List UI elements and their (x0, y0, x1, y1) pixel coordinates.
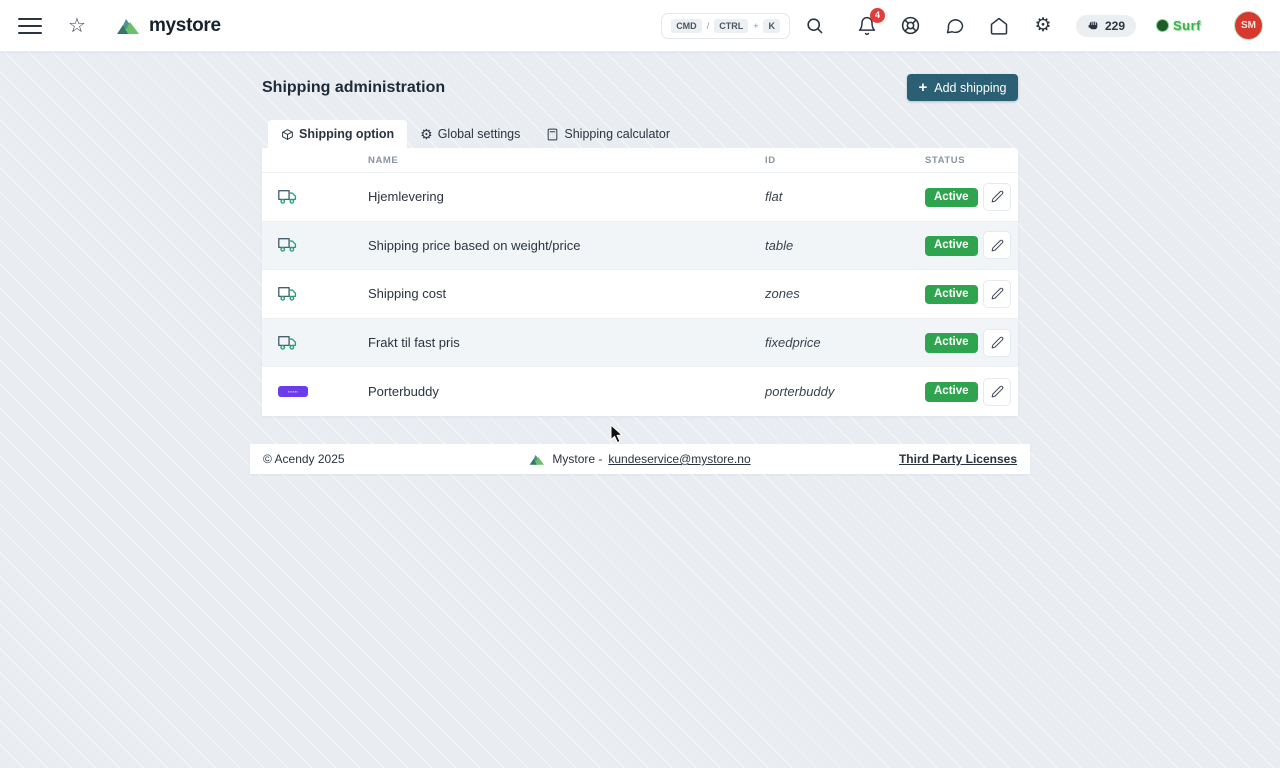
footer: © Acendy 2025 Mystore - kundeservice@mys… (250, 444, 1030, 474)
pencil-icon (991, 288, 1003, 300)
credits-count: 229 (1104, 18, 1125, 33)
third-party-licenses-link[interactable]: Third Party Licenses (899, 452, 1017, 466)
credits-pill[interactable]: 229 (1075, 14, 1136, 37)
search-shortcut-box[interactable]: CMD / CTRL + K (661, 12, 790, 39)
status-badge: Active (925, 284, 978, 305)
shipping-id: zones (765, 286, 800, 302)
add-shipping-button[interactable]: + Add shipping (907, 74, 1018, 101)
key-cmd: CMD (671, 18, 702, 33)
surf-widget[interactable]: Surf (1156, 18, 1201, 33)
column-header-status: STATUS (925, 154, 966, 166)
notification-count-badge: 4 (869, 7, 885, 23)
support-lifebuoy-icon[interactable] (900, 15, 922, 37)
shipping-name: Porterbuddy (368, 384, 439, 400)
shipping-id: fixedprice (765, 335, 821, 351)
status-badge: Active (925, 333, 978, 353)
shipping-id: table (765, 237, 794, 253)
edit-button[interactable] (983, 182, 1011, 211)
top-bar: ☆ mystore CMD / CTRL + K 4 ⚙ 229 Surf SM (0, 0, 1280, 52)
truck-icon (278, 238, 297, 253)
footer-brand: Mystore - (552, 452, 603, 466)
table-header: NAME ID STATUS (262, 148, 1018, 173)
table-row[interactable]: Frakt til fast pris fixedprice Active (262, 318, 1018, 368)
mystore-logo-icon (116, 18, 139, 34)
column-header-id: ID (765, 154, 776, 166)
gear-icon: ⚙ (420, 126, 433, 142)
pencil-icon (991, 336, 1003, 349)
avatar-initials: SM (1241, 20, 1256, 31)
user-avatar[interactable]: SM (1235, 12, 1262, 39)
truck-icon (278, 335, 297, 350)
home-icon[interactable] (988, 15, 1010, 37)
table-row[interactable]: ▪▪▪▪▪▪ Porterbuddy porterbuddy Active (262, 367, 1018, 416)
favorite-star-icon[interactable]: ☆ (68, 16, 86, 36)
pencil-icon (991, 239, 1003, 252)
key-k: K (763, 18, 780, 33)
shipping-name: Hjemlevering (368, 189, 444, 205)
pencil-icon (991, 191, 1003, 203)
app-viewport: ☆ mystore CMD / CTRL + K 4 ⚙ 229 Surf SM… (0, 0, 1280, 768)
chat-bubble-icon[interactable] (944, 15, 966, 37)
table-row[interactable]: Hjemlevering flat Active (262, 173, 1018, 222)
hamburger-menu-icon[interactable] (18, 17, 42, 34)
mystore-footer-logo-icon (530, 454, 545, 465)
mystore-logo-text: mystore (148, 14, 221, 36)
edit-button[interactable] (983, 231, 1011, 260)
tab-global-settings[interactable]: ⚙ Global settings (407, 120, 533, 148)
edit-button[interactable] (983, 279, 1011, 308)
column-header-name: NAME (368, 154, 399, 166)
settings-gear-icon[interactable]: ⚙ (1032, 15, 1054, 37)
mystore-logo[interactable]: mystore (116, 15, 221, 37)
fist-icon (1088, 21, 1098, 30)
shipping-name: Shipping price based on weight/price (368, 237, 581, 253)
status-badge: Active (925, 187, 978, 208)
footer-copyright: © Acendy 2025 (263, 452, 345, 466)
footer-email-link[interactable]: kundeservice@mystore.no (608, 452, 750, 466)
pencil-icon (991, 385, 1003, 398)
page-title: Shipping administration (262, 79, 446, 96)
status-badge: Active (925, 382, 978, 402)
shipping-id: flat (765, 189, 783, 205)
surf-label: Surf (1173, 18, 1201, 33)
notifications-bell-icon[interactable]: 4 (856, 7, 885, 37)
search-icon[interactable] (804, 15, 826, 37)
mouse-cursor (610, 425, 624, 444)
edit-button[interactable] (983, 377, 1011, 406)
shipping-options-card: NAME ID STATUS Hjemlevering flat Active (262, 148, 1018, 416)
tab-shipping-option[interactable]: Shipping option (268, 120, 408, 148)
table-row[interactable]: Shipping price based on weight/price tab… (262, 221, 1018, 271)
surf-icon (1156, 19, 1169, 32)
tab-bar: Shipping option ⚙ Global settings Shippi… (262, 120, 683, 148)
porterbuddy-logo: ▪▪▪▪▪▪ (278, 386, 308, 398)
tab-shipping-calculator[interactable]: Shipping calculator (533, 120, 683, 148)
shipping-name: Shipping cost (368, 286, 447, 302)
key-ctrl: CTRL (714, 18, 749, 33)
shipping-name: Frakt til fast pris (368, 335, 460, 351)
status-badge: Active (925, 236, 978, 256)
truck-icon (278, 189, 297, 204)
shipping-id: porterbuddy (765, 384, 835, 400)
plus-icon: + (918, 79, 928, 96)
table-row[interactable]: Shipping cost zones Active (262, 270, 1018, 319)
package-icon (282, 128, 293, 140)
truck-icon (278, 286, 297, 301)
calculator-icon (548, 128, 558, 140)
edit-button[interactable] (983, 328, 1011, 357)
